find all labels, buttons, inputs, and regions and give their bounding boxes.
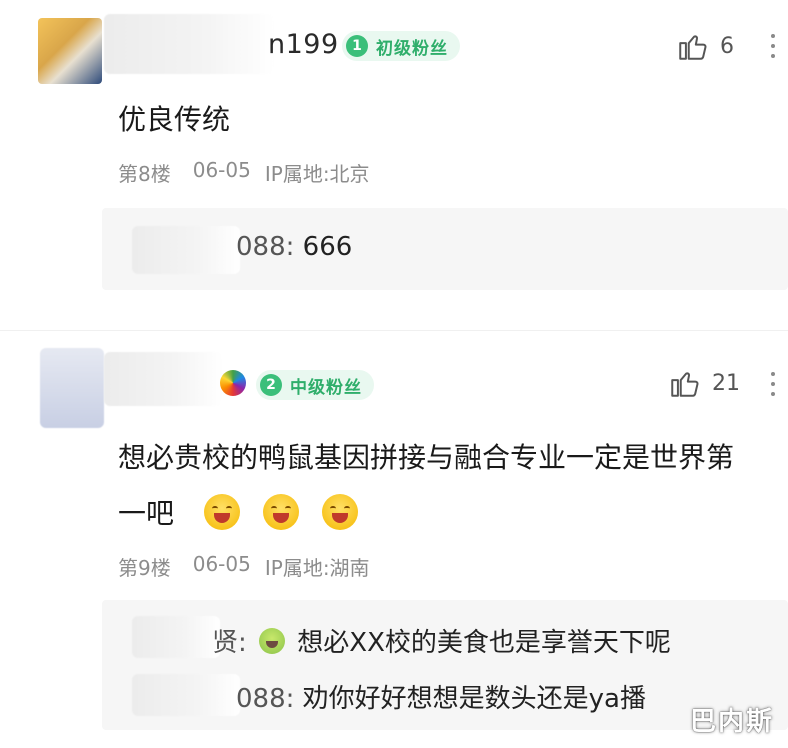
reply-text: 666	[302, 232, 353, 262]
like-count: 6	[720, 33, 734, 59]
reply-item[interactable]: 088: 劝你好好想想是数头还是ya播	[236, 678, 646, 715]
fan-badge: 1 初级粉丝	[342, 31, 460, 61]
reply-item[interactable]: 贤: 想必XX校的美食也是享誉天下呢	[212, 622, 671, 659]
comment-date: 06-05	[192, 158, 251, 182]
sick-face-icon	[259, 628, 286, 654]
comment-date: 06-05	[192, 552, 251, 576]
reply-name-redacted	[132, 616, 220, 658]
username-redacted	[104, 352, 222, 406]
fan-badge: 2 中级粉丝	[256, 370, 374, 400]
reply-author[interactable]: 088:	[236, 232, 294, 262]
reply-item[interactable]: 088: 666	[236, 232, 352, 262]
reply-name-redacted	[132, 226, 240, 274]
reply-text: 想必XX校的美食也是享誉天下呢	[297, 628, 671, 658]
laughing-face-icon	[203, 494, 240, 530]
more-options-icon[interactable]	[768, 372, 778, 396]
reply-author[interactable]: 贤:	[212, 628, 247, 658]
like-count: 21	[712, 370, 740, 396]
comment-text: 想必贵校的鸭鼠基因拼接与融合专业一定是世界第 一吧	[118, 430, 778, 542]
rainbow-icon	[220, 370, 246, 396]
reply-name-redacted	[132, 674, 240, 716]
comment-text: 优良传统	[118, 103, 231, 136]
reply-box[interactable]: 088: 666	[102, 208, 788, 290]
watermark: 巴内斯	[689, 707, 774, 737]
reply-author[interactable]: 088:	[236, 684, 294, 714]
username[interactable]: n199	[268, 29, 339, 60]
floor-number: 第9楼	[118, 556, 171, 580]
comment-text-line: 一吧	[118, 486, 778, 542]
like-button[interactable]: 6	[676, 29, 734, 63]
ip-location: IP属地:湖南	[264, 556, 370, 580]
comment-item: 2 中级粉丝 21 想必贵校的鸭鼠基因拼接与融合专业一定是世界第 一吧 第9楼 …	[0, 330, 788, 748]
badge-level-icon: 2	[260, 374, 282, 396]
more-options-icon[interactable]	[768, 34, 778, 58]
reply-box[interactable]: 贤: 想必XX校的美食也是享誉天下呢 088: 劝你好好想想是数头还是ya播	[102, 600, 788, 730]
avatar-redacted[interactable]	[40, 348, 104, 428]
badge-level-icon: 1	[346, 35, 368, 57]
laughing-face-icon	[321, 494, 358, 530]
avatar[interactable]	[38, 18, 102, 84]
laughing-face-icon	[262, 494, 299, 530]
badge-label: 中级粉丝	[290, 377, 362, 398]
like-button[interactable]: 21	[668, 366, 740, 400]
comment-text-line-end: 一吧	[118, 497, 175, 530]
thumbs-up-icon	[671, 372, 699, 397]
comment-item: n199 1 初级粉丝 6 优良传统 第8楼 06-05 IP属地:北京 088…	[0, 0, 788, 330]
comment-meta: 第8楼 06-05 IP属地:北京	[118, 158, 370, 187]
ip-location: IP属地:北京	[264, 162, 370, 186]
username-redacted	[104, 14, 274, 74]
thumbs-up-icon	[679, 35, 707, 60]
comment-meta: 第9楼 06-05 IP属地:湖南	[118, 552, 370, 581]
badge-label: 初级粉丝	[376, 38, 448, 59]
reply-text: 劝你好好想想是数头还是ya播	[302, 684, 646, 714]
floor-number: 第8楼	[118, 162, 171, 186]
comment-text-line: 想必贵校的鸭鼠基因拼接与融合专业一定是世界第	[118, 441, 735, 474]
